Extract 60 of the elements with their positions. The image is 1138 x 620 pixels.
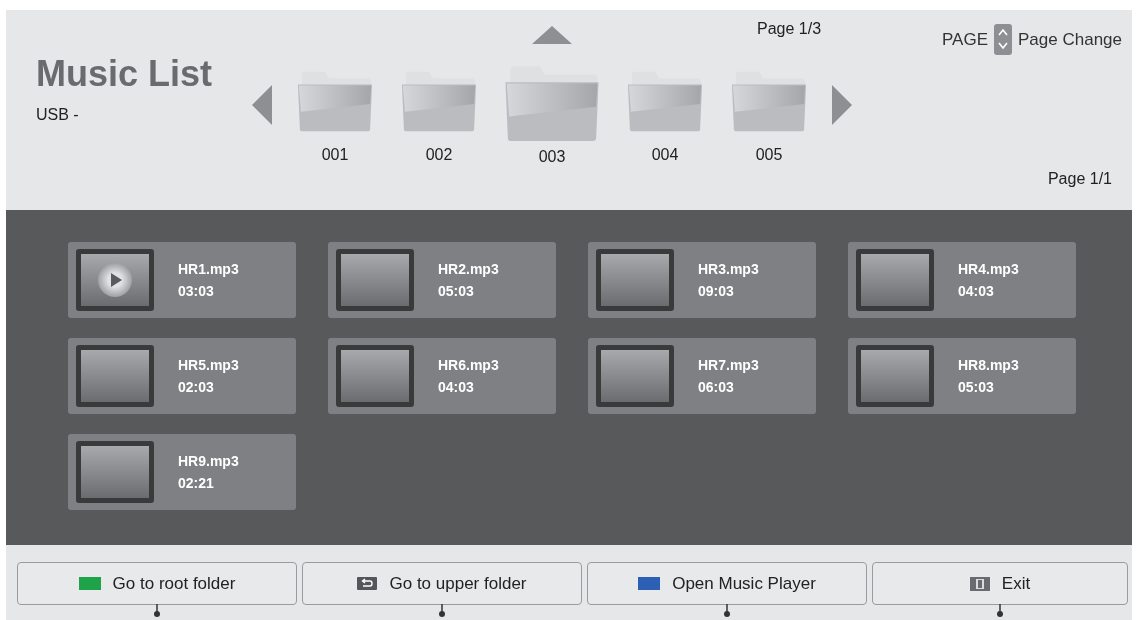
track-name: HR2.mp3	[438, 261, 499, 277]
track-name: HR6.mp3	[438, 357, 499, 373]
source-label: USB -	[36, 106, 80, 124]
callout-line	[996, 604, 1004, 618]
track-duration: 05:03	[438, 283, 475, 299]
footer-button[interactable]: Go to upper folder	[302, 562, 582, 605]
track-duration: 09:03	[698, 283, 735, 299]
track-card[interactable]: HR8.mp3 05:03	[848, 338, 1076, 414]
track-name: HR5.mp3	[178, 357, 239, 373]
track-name: HR7.mp3	[698, 357, 759, 373]
track-card[interactable]: HR1.mp3 03:03	[68, 242, 296, 318]
folder-label: 004	[651, 146, 679, 164]
track-name: HR3.mp3	[698, 261, 759, 277]
track-duration: 06:03	[698, 379, 735, 395]
track-card[interactable]: HR6.mp3 04:03	[328, 338, 556, 414]
return-key-icon	[357, 577, 378, 590]
track-card[interactable]: HR5.mp3 02:03	[68, 338, 296, 414]
left-arrow-icon[interactable]	[252, 85, 272, 125]
track-duration: 05:03	[958, 379, 995, 395]
track-card[interactable]: HR2.mp3 05:03	[328, 242, 556, 318]
folder-label: 002	[425, 146, 453, 164]
folder-icon[interactable]	[730, 70, 808, 132]
callout-line	[153, 604, 161, 618]
remote-key-icon	[638, 577, 661, 590]
footer-button[interactable]: Open Music Player	[587, 562, 867, 605]
track-card[interactable]: HR7.mp3 06:03	[588, 338, 816, 414]
file-page-indicator: Page 1/1	[1047, 170, 1113, 188]
track-name: HR8.mp3	[958, 357, 1019, 373]
remote-key-icon	[78, 577, 101, 590]
callout-line	[723, 604, 731, 618]
track-duration: 02:03	[178, 379, 215, 395]
folder-icon[interactable]	[626, 70, 704, 132]
up-down-key-icon	[994, 24, 1012, 55]
play-icon	[98, 263, 132, 297]
track-name: HR1.mp3	[178, 261, 239, 277]
track-duration: 03:03	[178, 283, 215, 299]
page-change-hint: Page Change	[1018, 29, 1122, 50]
track-name: HR4.mp3	[958, 261, 1019, 277]
callout-line	[438, 604, 446, 618]
track-duration: 02:21	[178, 475, 215, 491]
page-key-label: PAGE	[942, 29, 988, 50]
folder-icon[interactable]	[296, 70, 374, 132]
track-card[interactable]: HR3.mp3 09:03	[588, 242, 816, 318]
folder-page-indicator: Page 1/3	[757, 20, 823, 38]
track-card[interactable]: HR4.mp3 04:03	[848, 242, 1076, 318]
right-arrow-icon[interactable]	[832, 85, 852, 125]
track-duration: 04:03	[438, 379, 475, 395]
folder-icon[interactable]	[400, 70, 478, 132]
track-duration: 04:03	[958, 283, 995, 299]
footer-button[interactable]: Go to root folder	[17, 562, 297, 605]
track-name: HR9.mp3	[178, 453, 239, 469]
track-card[interactable]: HR9.mp3 02:21	[68, 434, 296, 510]
footer-button[interactable]: Exit	[872, 562, 1128, 605]
folder-label: 005	[755, 146, 783, 164]
up-arrow-icon[interactable]	[532, 26, 572, 44]
folder-label: 001	[321, 146, 349, 164]
folder-label: 003	[538, 148, 566, 166]
exit-key-icon	[969, 576, 990, 591]
folder-icon[interactable]	[503, 64, 601, 142]
page-title: Music List	[36, 54, 214, 94]
